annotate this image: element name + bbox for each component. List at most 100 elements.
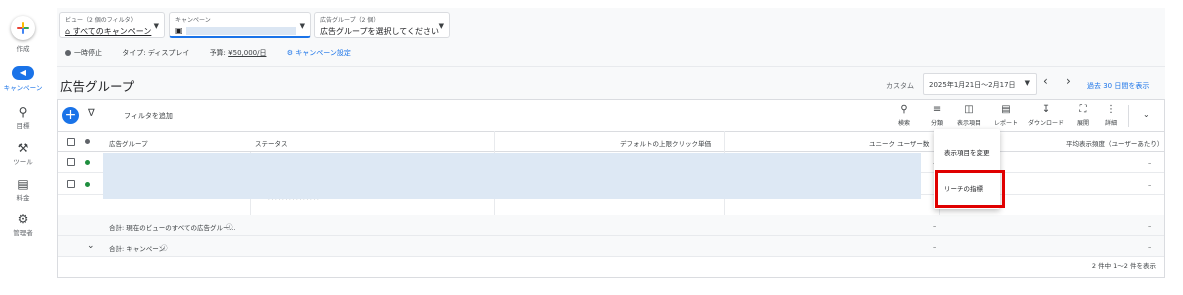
columns-button[interactable]: ◫ 表示項目 xyxy=(957,104,981,127)
campaign-status: 一時停止 xyxy=(65,49,102,57)
total-campaign-label: 合計: キャンペーン xyxy=(109,245,165,253)
total-campaign-unique-users: – xyxy=(933,243,937,251)
home-icon: ⌂ xyxy=(65,27,73,36)
enabled-status-icon xyxy=(85,182,90,187)
left-navigation-rail: 作成 ◀ キャンペーン ⚲ 目標 ⚒ ツール ▤ 料金 ⚙ 管理者 xyxy=(0,0,46,295)
rail-goals[interactable]: ⚲ 目標 xyxy=(0,106,46,130)
ad-group-selector-label: 広告グループ（2 個） xyxy=(320,17,380,24)
previous-period-button[interactable]: ‹ xyxy=(1043,74,1048,88)
rail-admin-label: 管理者 xyxy=(13,229,33,237)
view-selector[interactable]: ビュー（2 個のフィルタ） ⌂ すべてのキャンペーン ▼ xyxy=(59,12,165,38)
gear-icon: ⚙ xyxy=(17,212,29,226)
search-label: 検索 xyxy=(898,120,911,127)
download-button[interactable]: ↧ ダウンロード xyxy=(1028,104,1064,127)
caret-down-icon: ▼ xyxy=(1024,79,1030,87)
settings-gear-icon: ⚙ xyxy=(286,49,296,57)
rail-campaigns[interactable]: ◀ キャンペーン xyxy=(0,66,46,92)
view-selector-value: すべてのキャンペーン xyxy=(72,27,152,36)
reports-label: レポート xyxy=(994,120,1019,127)
reports-icon: ▤ xyxy=(1001,104,1011,115)
highlight-box xyxy=(935,170,1005,208)
total-view-avg-frequency: – xyxy=(1148,222,1152,230)
rail-admin[interactable]: ⚙ 管理者 xyxy=(0,213,46,237)
next-period-button[interactable]: › xyxy=(1066,74,1071,88)
columns-label: 表示項目 xyxy=(957,120,982,127)
columns-icon: ◫ xyxy=(964,104,974,115)
search-button[interactable]: ⚲ 検索 xyxy=(898,104,910,127)
paused-icon xyxy=(65,50,71,56)
expand-chevron-icon[interactable]: ⌄ xyxy=(87,241,95,251)
display-campaign-icon: ▣ xyxy=(175,26,183,35)
campaign-info-row: 一時停止 タイプ: ディスプレイ 予算: ¥50,000/日 ⚙ キャンペーン設… xyxy=(65,48,369,58)
page-title: 広告グループ xyxy=(60,79,135,94)
rail-billing[interactable]: ▤ 料金 xyxy=(0,178,46,202)
pagination-summary: 2 件中 1～2 件を表示 xyxy=(1091,262,1156,270)
row-checkbox[interactable] xyxy=(67,180,75,188)
total-campaign-row: ⌄ 合計: キャンペーン ⓘ – – xyxy=(58,236,1164,257)
col-status[interactable]: ステータス xyxy=(255,138,288,148)
tools-icon: ⚒ xyxy=(17,141,29,155)
create-plus-icon xyxy=(11,16,35,40)
date-range-selector[interactable]: 2025年1月21日～2月17日 ▼ xyxy=(923,73,1037,95)
row-checkbox[interactable] xyxy=(67,158,75,166)
download-icon: ↧ xyxy=(1041,104,1051,115)
help-icon[interactable]: ⓘ xyxy=(226,221,233,231)
rail-goals-label: 目標 xyxy=(16,122,30,130)
col-default-max-cpc[interactable]: デフォルトの上限クリック単価 xyxy=(620,138,711,148)
date-custom-label: カスタム xyxy=(886,82,914,90)
total-view-unique-users: – xyxy=(933,222,937,230)
campaign-selector-label: キャンペーン xyxy=(175,17,211,24)
col-avg-frequency[interactable]: 平均表示頻度（ユーザーあたり） xyxy=(1066,138,1163,148)
avg-frequency-value: – xyxy=(1148,181,1152,189)
campaign-name-redacted xyxy=(185,26,296,35)
enabled-status-icon xyxy=(85,160,90,165)
trophy-icon: ⚲ xyxy=(18,105,28,119)
total-view-label: 合計: 現在のビューのすべての広告グルー... xyxy=(109,224,236,232)
main-content: ビュー（2 個のフィルタ） ⌂ すべてのキャンペーン ▼ キャンペーン ▣ ▼ … xyxy=(57,8,1165,278)
select-all-checkbox[interactable] xyxy=(67,138,75,146)
segment-button[interactable]: ≡ 分類 xyxy=(931,104,943,127)
credit-card-icon: ▤ xyxy=(17,177,29,191)
help-icon[interactable]: ⓘ xyxy=(161,242,168,252)
show-last-30-days-link[interactable]: 過去 30 日間を表示 xyxy=(1087,81,1149,91)
toolbar-divider xyxy=(1128,105,1129,127)
add-filter-button[interactable]: フィルタを追加 xyxy=(124,111,173,121)
segment-label: 分類 xyxy=(931,120,944,127)
filter-icon[interactable]: ∇ xyxy=(88,108,95,119)
redacted-text-fragment: · · · · · · · · · · · · · · · xyxy=(268,197,319,203)
rail-billing-label: 料金 xyxy=(16,194,30,202)
download-label: ダウンロード xyxy=(1028,120,1065,127)
rail-create-label: 作成 xyxy=(16,45,30,53)
rail-tools[interactable]: ⚒ ツール xyxy=(0,142,46,166)
date-range-value: 2025年1月21日～2月17日 xyxy=(929,81,1016,89)
rail-tools-label: ツール xyxy=(13,158,33,166)
fullscreen-icon: ⛶ xyxy=(1079,104,1087,115)
chevron-down-icon: ▼ xyxy=(299,22,305,30)
collapse-chevron-icon[interactable]: ⌄ xyxy=(1143,110,1150,119)
rail-create[interactable]: 作成 xyxy=(0,16,46,53)
menu-modify-columns[interactable]: 表示項目を変更 xyxy=(934,147,1000,157)
rail-campaigns-label: キャンペーン xyxy=(3,84,43,92)
search-icon: ⚲ xyxy=(900,104,908,115)
more-button[interactable]: ⋮ 詳細 xyxy=(1105,104,1117,127)
more-vert-icon: ⋮ xyxy=(1106,104,1116,115)
col-ad-group[interactable]: 広告グループ xyxy=(109,138,148,148)
megaphone-icon: ◀ xyxy=(12,66,34,80)
ad-group-selector-value: 広告グループを選択してください xyxy=(320,27,440,36)
chevron-down-icon: ▼ xyxy=(153,22,159,30)
reports-button[interactable]: ▤ レポート xyxy=(994,104,1018,127)
avg-frequency-value: – xyxy=(1148,159,1152,167)
redacted-rows-overlay xyxy=(103,153,921,199)
ad-group-selector[interactable]: 広告グループ（2 個） 広告グループを選択してください ▼ xyxy=(314,12,450,38)
campaign-budget[interactable]: 予算: ¥50,000/日 xyxy=(210,49,267,57)
campaign-selector[interactable]: キャンペーン ▣ ▼ xyxy=(169,12,311,38)
total-view-row: 合計: 現在のビューのすべての広告グルー... ⓘ – – xyxy=(58,215,1164,236)
add-ad-group-button[interactable]: + xyxy=(62,107,79,124)
expand-button[interactable]: ⛶ 展開 xyxy=(1077,104,1089,127)
campaign-settings-link[interactable]: ⚙ キャンペーン設定 xyxy=(287,49,351,57)
status-column-dot-icon xyxy=(85,139,90,144)
total-campaign-avg-frequency: – xyxy=(1148,243,1152,251)
col-unique-users[interactable]: ユニーク ユーザー数 xyxy=(869,138,929,148)
view-selector-label: ビュー（2 個のフィルタ） xyxy=(65,17,137,24)
more-label: 詳細 xyxy=(1105,120,1118,127)
